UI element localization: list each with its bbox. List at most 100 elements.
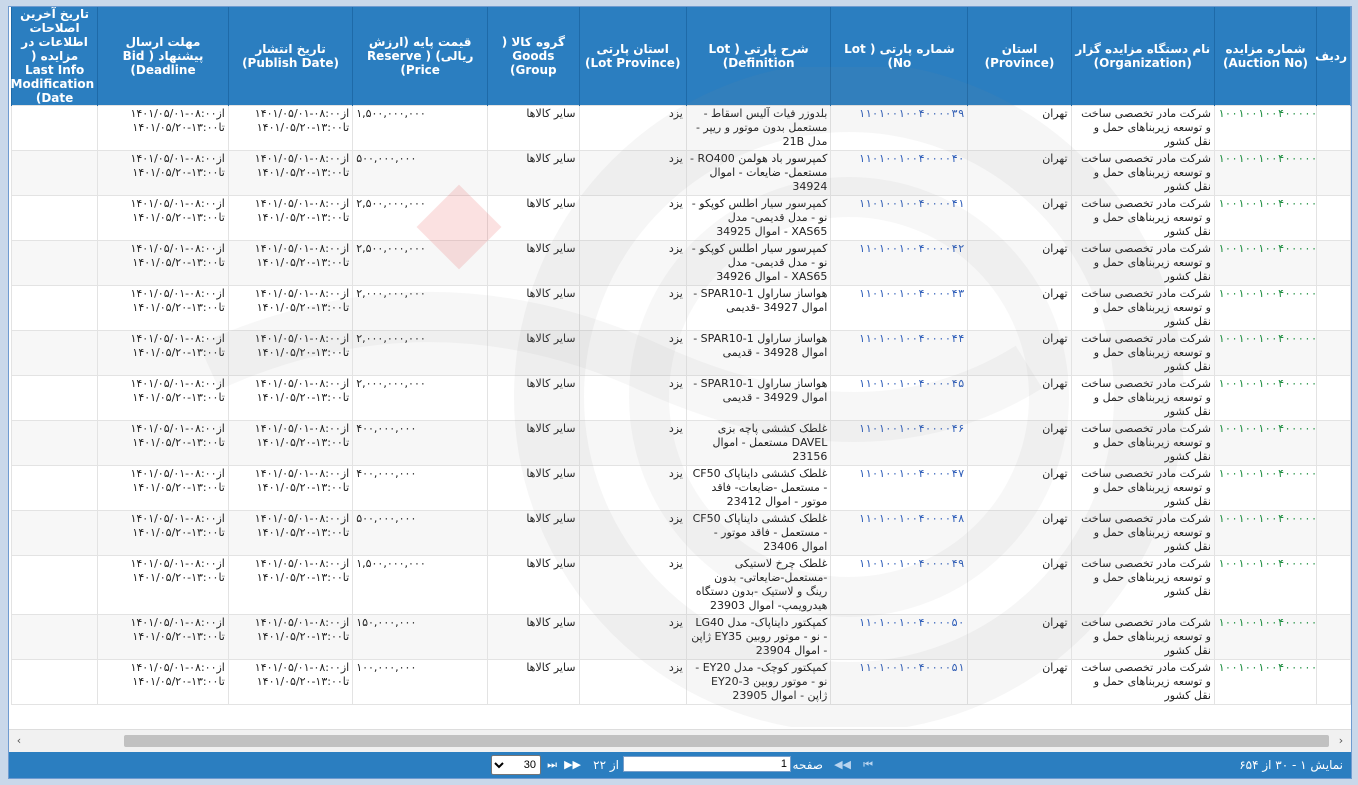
publish-date-cell: از۰۸:۰۰-۱۴۰۱/۰۵/۰۱ تا۱۳:۰۰-۱۴۰۱/۰۵/۲۰ xyxy=(227,614,354,660)
column-header-definition[interactable]: شرح پارتی ( Lot Definition) xyxy=(685,7,832,106)
table-row[interactable]: ۱۰۰۱۰۰۱۰۰۴۰۰۰۰۰۵ شرکت مادر تخصصی ساخت و ت… xyxy=(10,240,1351,286)
auction-number-link[interactable]: ۱۰۰۱۰۰۱۰۰۴۰۰۰۰۰۵ xyxy=(1213,555,1318,615)
deadline-from: از۰۸:۰۰-۱۴۰۱/۰۵/۰۱ xyxy=(130,557,225,570)
table-row[interactable]: ۱۰۰۱۰۰۱۰۰۴۰۰۰۰۰۵ شرکت مادر تخصصی ساخت و ت… xyxy=(10,285,1351,331)
deadline-from: از۰۸:۰۰-۱۴۰۱/۰۵/۰۱ xyxy=(130,422,225,435)
lot-province-cell: یزد xyxy=(578,330,687,376)
publish-to: تا۱۳:۰۰-۱۴۰۱/۰۵/۲۰ xyxy=(256,301,350,314)
lot-number-link[interactable]: ۱۱۰۱۰۰۱۰۰۴۰۰۰۰۴۹ xyxy=(830,555,969,615)
publish-from: از۰۸:۰۰-۱۴۰۱/۰۵/۰۱ xyxy=(254,332,350,345)
column-header-province[interactable]: استان (Province) xyxy=(967,7,1072,106)
column-header-reserve-price[interactable]: قیمت پایه (ارزش ریالی) ( Reserve Price) xyxy=(352,7,489,106)
table-row[interactable]: ۱۰۰۱۰۰۱۰۰۴۰۰۰۰۰۵ شرکت مادر تخصصی ساخت و ت… xyxy=(10,510,1351,556)
table-row[interactable]: ۱۰۰۱۰۰۱۰۰۴۰۰۰۰۰۵ شرکت مادر تخصصی ساخت و ت… xyxy=(10,659,1351,705)
last-page-icon[interactable]: ⏭ xyxy=(547,756,557,774)
row-number-cell xyxy=(1316,465,1351,511)
horizontal-scrollbar[interactable]: ‹ › xyxy=(9,729,1351,752)
table-row[interactable]: ۱۰۰۱۰۰۱۰۰۴۰۰۰۰۰۵ شرکت مادر تخصصی ساخت و ت… xyxy=(10,614,1351,660)
table-row[interactable]: ۱۰۰۱۰۰۱۰۰۴۰۰۰۰۰۵ شرکت مادر تخصصی ساخت و ت… xyxy=(10,105,1351,151)
last-modification-cell xyxy=(10,285,99,331)
page-size-select[interactable]: 30 xyxy=(491,755,541,775)
auction-number-link[interactable]: ۱۰۰۱۰۰۱۰۰۴۰۰۰۰۰۵ xyxy=(1213,420,1318,466)
auction-number-link[interactable]: ۱۰۰۱۰۰۱۰۰۴۰۰۰۰۰۵ xyxy=(1213,510,1318,556)
deadline-to: تا۱۳:۰۰-۱۴۰۱/۰۵/۲۰ xyxy=(132,211,225,224)
auction-number-link[interactable]: ۱۰۰۱۰۰۱۰۰۴۰۰۰۰۰۵ xyxy=(1213,330,1318,376)
record-count-text: نمایش ۱ - ۳۰ از ۶۵۴ xyxy=(1239,758,1343,772)
column-header-last-mod[interactable]: تاریخ آخرین اصلاحات اطلاعات در مزایده ( … xyxy=(11,7,99,106)
province-cell: تهران xyxy=(967,659,1072,705)
column-header-auction-no[interactable]: شماره مزایده (Auction No) xyxy=(1213,7,1318,106)
table-row[interactable]: ۱۰۰۱۰۰۱۰۰۴۰۰۰۰۰۵ شرکت مادر تخصصی ساخت و ت… xyxy=(10,420,1351,466)
next-page-icon[interactable]: ▶▶ xyxy=(564,756,581,774)
scrollbar-thumb[interactable] xyxy=(124,735,1329,747)
deadline-from: از۰۸:۰۰-۱۴۰۱/۰۵/۰۱ xyxy=(130,107,225,120)
auction-number-link[interactable]: ۱۰۰۱۰۰۱۰۰۴۰۰۰۰۰۵ xyxy=(1213,375,1318,421)
column-header-deadline[interactable]: مهلت ارسال پیشنهاد ( Bid Deadline) xyxy=(97,7,229,106)
publish-to: تا۱۳:۰۰-۱۴۰۱/۰۵/۲۰ xyxy=(256,675,350,688)
first-page-icon[interactable]: ⏮ xyxy=(863,756,873,774)
reserve-price-cell: ۴۰۰,۰۰۰,۰۰۰ xyxy=(352,420,489,466)
province-cell: تهران xyxy=(967,510,1072,556)
scroll-right-icon[interactable]: › xyxy=(1333,733,1349,749)
lot-definition-cell: غلطک کششی دایناپاک CF50 - مستعمل - فاقد … xyxy=(685,510,832,556)
lot-number-link[interactable]: ۱۱۰۱۰۰۱۰۰۴۰۰۰۰۴۷ xyxy=(830,465,969,511)
column-header-publish-date[interactable]: تاریخ انتشار (Publish Date) xyxy=(227,7,354,106)
table-row[interactable]: ۱۰۰۱۰۰۱۰۰۴۰۰۰۰۰۵ شرکت مادر تخصصی ساخت و ت… xyxy=(10,195,1351,241)
province-cell: تهران xyxy=(967,465,1072,511)
auction-number-link[interactable]: ۱۰۰۱۰۰۱۰۰۴۰۰۰۰۰۵ xyxy=(1213,614,1318,660)
lot-number-link[interactable]: ۱۱۰۱۰۰۱۰۰۴۰۰۰۰۴۱ xyxy=(830,195,969,241)
reserve-price-cell: ۲,۰۰۰,۰۰۰,۰۰۰ xyxy=(352,375,489,421)
table-row[interactable]: ۱۰۰۱۰۰۱۰۰۴۰۰۰۰۰۵ شرکت مادر تخصصی ساخت و ت… xyxy=(10,465,1351,511)
column-header-row[interactable]: ردیف xyxy=(1315,7,1351,106)
scroll-left-icon[interactable]: ‹ xyxy=(11,733,27,749)
auction-grid-panel: ردیف شماره مزایده (Auction No) نام دستگاه … xyxy=(8,6,1352,779)
row-number-cell xyxy=(1316,659,1351,705)
organization-cell: شرکت مادر تخصصی ساخت و توسعه زیربناهای ح… xyxy=(1070,240,1215,286)
auction-number-link[interactable]: ۱۰۰۱۰۰۱۰۰۴۰۰۰۰۰۵ xyxy=(1213,285,1318,331)
auction-number-link[interactable]: ۱۰۰۱۰۰۱۰۰۴۰۰۰۰۰۵ xyxy=(1213,465,1318,511)
deadline-to: تا۱۳:۰۰-۱۴۰۱/۰۵/۲۰ xyxy=(132,121,225,134)
lot-number-link[interactable]: ۱۱۰۱۰۰۱۰۰۴۰۰۰۰۴۵ xyxy=(830,375,969,421)
column-header-lot-province[interactable]: استان پارتی (Lot Province) xyxy=(578,7,687,106)
lot-number-link[interactable]: ۱۱۰۱۰۰۱۰۰۴۰۰۰۰۴۲ xyxy=(830,240,969,286)
grid-viewport[interactable]: ردیف شماره مزایده (Auction No) نام دستگاه … xyxy=(9,7,1351,729)
lot-province-cell: یزد xyxy=(578,555,687,615)
publish-date-cell: از۰۸:۰۰-۱۴۰۱/۰۵/۰۱ تا۱۳:۰۰-۱۴۰۱/۰۵/۲۰ xyxy=(227,285,354,331)
lot-province-cell: یزد xyxy=(578,240,687,286)
table-row[interactable]: ۱۰۰۱۰۰۱۰۰۴۰۰۰۰۰۵ شرکت مادر تخصصی ساخت و ت… xyxy=(10,150,1351,196)
lot-number-link[interactable]: ۱۱۰۱۰۰۱۰۰۴۰۰۰۰۴۳ xyxy=(830,285,969,331)
publish-date-cell: از۰۸:۰۰-۱۴۰۱/۰۵/۰۱ تا۱۳:۰۰-۱۴۰۱/۰۵/۲۰ xyxy=(227,659,354,705)
publish-from: از۰۸:۰۰-۱۴۰۱/۰۵/۰۱ xyxy=(254,661,350,674)
lot-number-link[interactable]: ۱۱۰۱۰۰۱۰۰۴۰۰۰۰۳۹ xyxy=(830,105,969,151)
auction-number-link[interactable]: ۱۰۰۱۰۰۱۰۰۴۰۰۰۰۰۵ xyxy=(1213,659,1318,705)
table-row[interactable]: ۱۰۰۱۰۰۱۰۰۴۰۰۰۰۰۵ شرکت مادر تخصصی ساخت و ت… xyxy=(10,330,1351,376)
table-row[interactable]: ۱۰۰۱۰۰۱۰۰۴۰۰۰۰۰۵ شرکت مادر تخصصی ساخت و ت… xyxy=(10,555,1351,615)
lot-number-link[interactable]: ۱۱۰۱۰۰۱۰۰۴۰۰۰۰۵۱ xyxy=(830,659,969,705)
column-header-organization[interactable]: نام دستگاه مزایده گزار (Organization) xyxy=(1070,7,1215,106)
province-cell: تهران xyxy=(967,614,1072,660)
auction-number-link[interactable]: ۱۰۰۱۰۰۱۰۰۴۰۰۰۰۰۵ xyxy=(1213,150,1318,196)
column-header-goods-group[interactable]: گروه کالا ( Goods Group) xyxy=(487,7,580,106)
auction-number-link[interactable]: ۱۰۰۱۰۰۱۰۰۴۰۰۰۰۰۵ xyxy=(1213,105,1318,151)
lot-province-cell: یزد xyxy=(578,105,687,151)
column-header-lot-no[interactable]: شماره پارتی ( Lot No) xyxy=(830,7,969,106)
goods-group-cell: سایر کالاها xyxy=(487,195,580,241)
lot-number-link[interactable]: ۱۱۰۱۰۰۱۰۰۴۰۰۰۰۴۸ xyxy=(830,510,969,556)
lot-province-cell: یزد xyxy=(578,465,687,511)
prev-page-icon[interactable]: ◀◀ xyxy=(834,756,851,774)
deadline-to: تا۱۳:۰۰-۱۴۰۱/۰۵/۲۰ xyxy=(132,481,225,494)
auction-number-link[interactable]: ۱۰۰۱۰۰۱۰۰۴۰۰۰۰۰۵ xyxy=(1213,195,1318,241)
lot-number-link[interactable]: ۱۱۰۱۰۰۱۰۰۴۰۰۰۰۴۰ xyxy=(830,150,969,196)
lot-province-cell: یزد xyxy=(578,285,687,331)
province-cell: تهران xyxy=(967,105,1072,151)
page-number-input[interactable] xyxy=(623,756,791,772)
lot-number-link[interactable]: ۱۱۰۱۰۰۱۰۰۴۰۰۰۰۴۶ xyxy=(830,420,969,466)
row-number-cell xyxy=(1316,330,1351,376)
lot-number-link[interactable]: ۱۱۰۱۰۰۱۰۰۴۰۰۰۰۵۰ xyxy=(830,614,969,660)
lot-number-link[interactable]: ۱۱۰۱۰۰۱۰۰۴۰۰۰۰۴۴ xyxy=(830,330,969,376)
lot-definition-cell: هواساز ساراول SPAR10-1 - اموال 34928 - ق… xyxy=(685,330,832,376)
province-cell: تهران xyxy=(967,330,1072,376)
table-row[interactable]: ۱۰۰۱۰۰۱۰۰۴۰۰۰۰۰۵ شرکت مادر تخصصی ساخت و ت… xyxy=(10,375,1351,421)
auction-number-link[interactable]: ۱۰۰۱۰۰۱۰۰۴۰۰۰۰۰۵ xyxy=(1213,240,1318,286)
reserve-price-cell: ۱۵۰,۰۰۰,۰۰۰ xyxy=(352,614,489,660)
